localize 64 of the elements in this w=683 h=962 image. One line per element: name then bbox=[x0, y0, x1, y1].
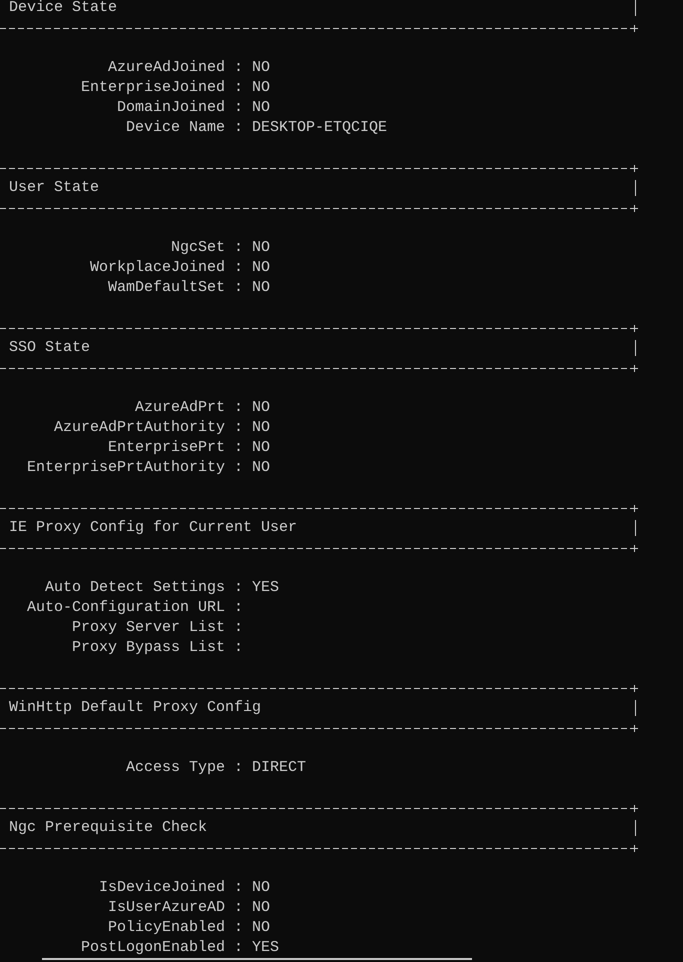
property-name: WamDefaultSet bbox=[108, 278, 225, 298]
property-name: IsDeviceJoined bbox=[98, 878, 225, 898]
separator-colon: : bbox=[234, 758, 244, 778]
property-name: Proxy Bypass List bbox=[72, 638, 225, 658]
property-name: EnterprisePrtAuthority bbox=[26, 458, 225, 478]
property-name: Access Type bbox=[126, 758, 225, 778]
section-title: Device State bbox=[9, 0, 118, 18]
separator-colon: : bbox=[234, 918, 244, 938]
separator-colon: : bbox=[234, 118, 244, 138]
section-title: IE Proxy Config for Current User bbox=[9, 518, 298, 538]
property-value: NO bbox=[252, 58, 270, 78]
property-name: AzureAdPrt bbox=[134, 398, 225, 418]
property-value: NO bbox=[252, 78, 270, 98]
separator-colon: : bbox=[234, 938, 244, 958]
property-name: EnterpriseJoined bbox=[80, 78, 225, 98]
property-value: YES bbox=[252, 938, 280, 958]
property-name: Proxy Server List bbox=[72, 618, 225, 638]
property-value: DESKTOP-ETQCIQE bbox=[252, 118, 388, 138]
separator-colon: : bbox=[234, 278, 244, 298]
property-name: EnterprisePrt bbox=[108, 438, 225, 458]
property-name: Auto-Configuration URL bbox=[26, 598, 225, 618]
separator-colon: : bbox=[234, 618, 244, 638]
separator-colon: : bbox=[234, 458, 244, 478]
separator-colon: : bbox=[234, 418, 244, 438]
property-name: Auto Detect Settings bbox=[44, 578, 225, 598]
property-value: NO bbox=[252, 398, 270, 418]
separator-colon: : bbox=[234, 598, 244, 618]
section-title: Ngc Prerequisite Check bbox=[9, 818, 208, 838]
property-value: NO bbox=[252, 458, 270, 478]
section-title: User State bbox=[9, 178, 100, 198]
property-value: DIRECT bbox=[252, 758, 306, 778]
property-value: NO bbox=[252, 438, 270, 458]
section-title: WinHttp Default Proxy Config bbox=[9, 698, 262, 718]
scrollbar-thumb[interactable] bbox=[42, 958, 472, 960]
separator-colon: : bbox=[234, 438, 244, 458]
property-name: PostLogonEnabled bbox=[80, 938, 225, 958]
separator-colon: : bbox=[234, 258, 244, 278]
property-value: NO bbox=[252, 898, 270, 918]
property-value: NO bbox=[252, 918, 270, 938]
property-name: WorkplaceJoined bbox=[90, 258, 225, 278]
separator-colon: : bbox=[234, 78, 244, 98]
property-value: NO bbox=[252, 238, 270, 258]
property-value: NO bbox=[252, 878, 270, 898]
separator-colon: : bbox=[234, 578, 244, 598]
separator-colon: : bbox=[234, 878, 244, 898]
separator-colon: : bbox=[234, 398, 244, 418]
separator-colon: : bbox=[234, 98, 244, 118]
separator-colon: : bbox=[234, 58, 244, 78]
property-value: NO bbox=[252, 98, 270, 118]
property-value: YES bbox=[252, 578, 280, 598]
property-name: PolicyEnabled bbox=[108, 918, 225, 938]
property-name: NgcSet bbox=[170, 238, 225, 258]
property-name: AzureAdJoined bbox=[108, 58, 225, 78]
separator-colon: : bbox=[234, 238, 244, 258]
property-value: NO bbox=[252, 278, 270, 298]
property-value: NO bbox=[252, 258, 270, 278]
separator-colon: : bbox=[234, 898, 244, 918]
property-name: DomainJoined bbox=[116, 98, 225, 118]
separator-colon: : bbox=[234, 638, 244, 658]
property-name: IsUserAzureAD bbox=[108, 898, 225, 918]
property-name: AzureAdPrtAuthority bbox=[54, 418, 225, 438]
property-value: NO bbox=[252, 418, 270, 438]
section-title: SSO State bbox=[9, 338, 90, 358]
property-name: Device Name bbox=[126, 118, 225, 138]
